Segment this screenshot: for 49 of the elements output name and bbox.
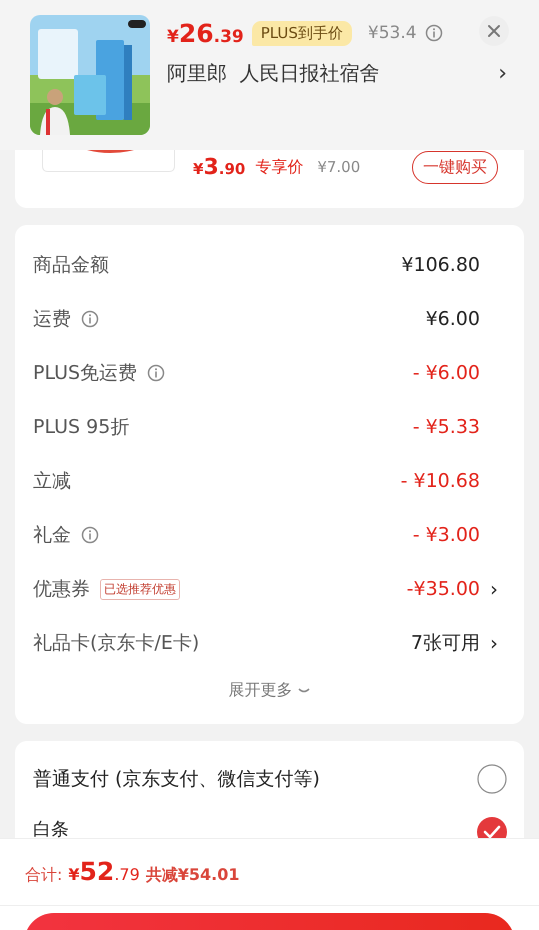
price-label: 专享价: [255, 156, 304, 178]
amount-value: ¥106.80: [401, 254, 480, 276]
info-icon[interactable]: [147, 364, 166, 382]
chevron-down-icon[interactable]: [296, 686, 310, 694]
amount-value: ¥6.00: [426, 308, 480, 330]
radio-button[interactable]: [477, 764, 507, 794]
payment-option[interactable]: 普通支付 (京东支付、微信支付等): [33, 766, 320, 792]
fee-label: 商品金额: [33, 253, 109, 278]
fee-label: 礼品卡(京东卡/E卡): [33, 631, 200, 656]
original-price: ¥53.4: [368, 23, 417, 43]
fee-label: 礼金: [33, 523, 71, 548]
close-button[interactable]: [479, 16, 509, 46]
chevron-icon[interactable]: ›: [498, 61, 507, 86]
close-icon: [487, 24, 501, 38]
plus-badge: PLUS到手价: [252, 20, 352, 46]
discount-amount: - ¥5.33: [412, 416, 480, 438]
price-integer: 52: [80, 857, 114, 886]
chevron-icon[interactable]: ›: [490, 631, 504, 655]
payment-option[interactable]: 白条: [33, 820, 69, 839]
price-decimal: .39: [214, 26, 244, 46]
original-price: ¥7.00: [317, 158, 360, 176]
price-symbol: ¥: [193, 160, 204, 178]
price-integer: 3: [203, 154, 219, 180]
radio-checked-icon[interactable]: [477, 817, 507, 839]
info-icon[interactable]: [424, 24, 443, 42]
delivery-address[interactable]: 阿里郎 人民日报社宿舍: [167, 60, 380, 87]
discount-amount: - ¥3.00: [412, 524, 480, 546]
fee-label: 优惠券: [33, 577, 90, 602]
fee-label: 立减: [33, 469, 71, 494]
info-icon[interactable]: [81, 526, 99, 544]
recommended-tag: 已选推荐优惠: [100, 578, 180, 600]
price-symbol: ¥: [167, 26, 179, 46]
chevron-icon[interactable]: ›: [490, 577, 504, 601]
discount-amount: - ¥6.00: [412, 362, 480, 384]
amount-value: 7张可用: [410, 631, 480, 656]
fee-label: PLUS 95折: [33, 415, 130, 440]
price-decimal: .90: [218, 160, 246, 178]
price-integer: 26: [178, 18, 214, 48]
fee-label: PLUS免运费: [33, 361, 138, 386]
discount-amount: -¥35.00: [406, 578, 480, 600]
discount-amount: - ¥10.68: [400, 470, 480, 492]
fee-label: 运费: [33, 307, 71, 332]
info-icon[interactable]: [81, 310, 99, 328]
price-symbol: ¥: [68, 865, 80, 884]
expand-more-link[interactable]: 展开更多: [228, 680, 292, 700]
total-label: 合计:: [25, 865, 62, 886]
buy-now-button[interactable]: 一键购买: [412, 150, 498, 184]
total-saving: 共减¥54.01: [146, 865, 240, 886]
price-decimal: .79: [114, 865, 140, 884]
